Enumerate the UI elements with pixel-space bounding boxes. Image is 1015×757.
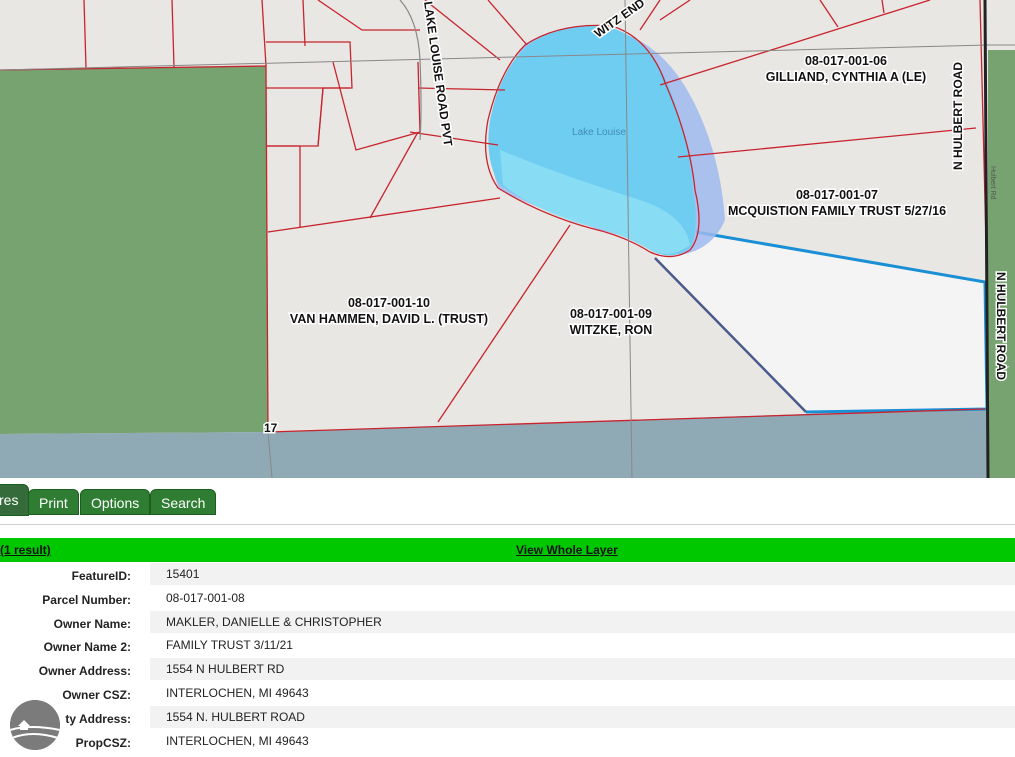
table-row: Owner CSZ: INTERLOCHEN, MI 49643	[0, 681, 1015, 706]
results-bar: (1 result) View Whole Layer	[0, 538, 1015, 562]
attr-key: Owner CSZ:	[62, 687, 131, 702]
attr-value: 1554 N HULBERT RD	[150, 658, 1015, 681]
parcel-10-id: 08-017-001-10	[348, 296, 430, 310]
lake-label: Lake Louise	[572, 127, 626, 138]
attr-value: INTERLOCHEN, MI 49643	[150, 729, 1015, 752]
attr-value: MAKLER, DANIELLE & CHRISTOPHER	[150, 610, 1015, 633]
attr-key: Parcel Number:	[42, 592, 131, 607]
tab-print[interactable]: Print	[28, 489, 79, 515]
parcel-10-owner: VAN HAMMEN, DAVID L. (TRUST)	[290, 312, 488, 326]
table-row: PropCSZ: INTERLOCHEN, MI 49643	[0, 729, 1015, 754]
tab-options[interactable]: Options	[80, 489, 151, 515]
parcel-09-id: 08-017-001-09	[570, 307, 652, 321]
attr-value: 15401	[150, 563, 1015, 585]
parcel-07-id: 08-017-001-07	[796, 188, 878, 202]
view-whole-layer-link[interactable]: View Whole Layer	[516, 543, 618, 557]
parcel-06-id: 08-017-001-06	[805, 54, 887, 68]
table-row: Owner Address: 1554 N HULBERT RD	[0, 658, 1015, 682]
attr-value: 1554 N. HULBERT ROAD	[150, 705, 1015, 728]
n-hulbert-road-label-upper: N HULBERT ROAD	[951, 62, 965, 170]
section-number-label: 17	[264, 421, 278, 435]
table-row: FeatureID: 15401	[0, 563, 1015, 587]
table-row: Owner Name: MAKLER, DANIELLE & CHRISTOPHE…	[0, 610, 1015, 635]
forest-area-right	[988, 50, 1015, 478]
forest-area-left	[0, 66, 268, 434]
attr-key: FeatureID:	[71, 569, 131, 583]
result-count-link[interactable]: (1 result)	[0, 543, 51, 557]
attr-value: INTERLOCHEN, MI 49643	[150, 681, 1015, 704]
attribute-table: FeatureID: 15401 Parcel Number: 08-017-001…	[0, 563, 1015, 753]
tab-features[interactable]: res	[0, 484, 30, 516]
parcel-09-owner: WITZKE, RON	[570, 323, 653, 337]
parcel-06-owner: GILLIAND, CYNTHIA A (LE)	[766, 70, 926, 84]
tab-search[interactable]: Search	[150, 489, 217, 515]
attr-key: PropCSZ:	[75, 735, 131, 750]
attr-key: Owner Address:	[38, 664, 131, 679]
hulbert-rd-small-label: Hulbert Rd	[989, 166, 996, 200]
parcel-map[interactable]: Lake Louise 08-017-001-06 GILLIAND, CYNT…	[0, 0, 1015, 478]
n-hulbert-road-label-lower: N HULBERT ROAD	[994, 272, 1008, 380]
parcel-07-owner: MCQUISTION FAMILY TRUST 5/27/16	[728, 204, 946, 218]
table-row: Parcel Number: 08-017-001-08	[0, 586, 1015, 611]
table-row: ty Address: 1554 N. HULBERT ROAD	[0, 705, 1015, 730]
land-conservancy-logo-icon	[10, 700, 60, 750]
attr-key: ty Address:	[65, 711, 131, 726]
map-canvas[interactable]: Lake Louise 08-017-001-06 GILLIAND, CYNT…	[0, 0, 1015, 478]
attr-value: FAMILY TRUST 3/11/21	[150, 634, 1015, 657]
attr-value: 08-017-001-08	[150, 586, 1015, 609]
attr-key: Owner Name:	[53, 616, 131, 631]
attr-key: Owner Name 2:	[43, 640, 131, 655]
tab-bar: res Print Options Search	[0, 478, 1015, 525]
table-row: Owner Name 2: FAMILY TRUST 3/11/21	[0, 634, 1015, 658]
